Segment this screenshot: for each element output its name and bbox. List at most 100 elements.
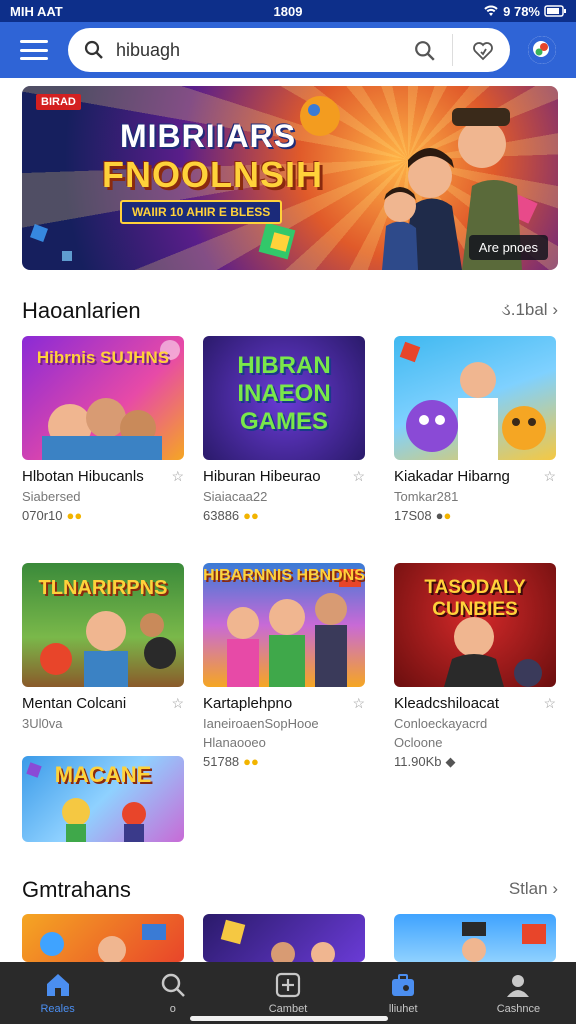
nav-item-create[interactable]: Cambet: [230, 962, 345, 1024]
star-icon[interactable]: ☆: [171, 695, 184, 712]
game-meta: 070r10 ●●: [22, 508, 184, 523]
game-card[interactable]: HIBRAN INAEON GAMES Hiburan Hibeurao ☆ Si…: [203, 336, 365, 523]
search-submit-icon[interactable]: [414, 40, 436, 62]
star-icon[interactable]: ☆: [352, 468, 365, 485]
game-subtitle: Tomkar281: [394, 489, 459, 504]
game-meta-text: 51788: [203, 754, 240, 769]
rating-icon: ●●: [243, 754, 259, 769]
game-subtitle: Conloeckayacrd: [394, 716, 488, 731]
rating-icon: ◆: [445, 754, 456, 769]
chevron-right-icon: ›: [552, 300, 558, 319]
game-card[interactable]: Kiakadar Hibarng ☆ Tomkar281 17S08 ●●: [394, 336, 556, 523]
thumbnail-art-text: HIBRAN INAEON GAMES: [237, 352, 331, 435]
game-subtitle: IaneiroaenSopHooe: [203, 716, 319, 731]
game-subtitle-2: Hlanaooeo: [203, 735, 266, 750]
search-divider: [452, 34, 453, 66]
plus-box-icon: [275, 972, 301, 998]
thumbnail-art-text: TASODALY CUNBIES: [424, 577, 526, 620]
game-thumbnail[interactable]: [22, 914, 184, 962]
search-icon: [161, 973, 185, 997]
game-title-text: Kartaplehpno: [203, 695, 293, 712]
game-card[interactable]: TASODALY CUNBIES Kleadcshiloacat ☆ Conloe…: [394, 563, 556, 770]
search-input[interactable]: [116, 36, 396, 64]
section-title: Haoanlarien: [22, 298, 141, 323]
see-all-label: ડ.1bal: [501, 300, 548, 319]
hero-banner[interactable]: BIRAD MIBRIIARS FNOOLNSIH WAIIR 10 AHIR …: [22, 86, 558, 270]
search-icon: [84, 40, 103, 59]
banner-chip[interactable]: Are pnoes: [468, 235, 548, 260]
game-subtitle: 3Ul0va: [22, 716, 63, 731]
star-icon[interactable]: ☆: [352, 695, 365, 712]
nav-label: Reales: [40, 1003, 75, 1015]
star-icon[interactable]: ☆: [543, 695, 556, 712]
star-icon[interactable]: ☆: [543, 468, 556, 485]
status-bar: MIH AAT 1809 9 78%: [0, 0, 576, 22]
nav-item-library[interactable]: lliuhet: [346, 962, 461, 1024]
nav-item-home[interactable]: Reales: [0, 962, 115, 1024]
nav-item-profile[interactable]: Cashnce: [461, 962, 576, 1024]
game-meta: 11.90Kb ◆: [394, 754, 556, 770]
game-thumbnail: HIBARNNIS HBNDNS: [203, 563, 365, 687]
game-title-text: Mentan Colcani: [22, 695, 127, 712]
thumbnail-art-text: HIBARNNIS HBNDNS: [203, 567, 365, 584]
game-meta: 51788 ●●: [203, 754, 365, 769]
nav-item-search[interactable]: o: [115, 962, 230, 1024]
menu-icon[interactable]: [20, 40, 48, 60]
nav-label: o: [169, 1003, 176, 1015]
game-thumbnail[interactable]: [203, 914, 365, 962]
chevron-right-icon: ›: [552, 879, 558, 898]
game-title: Kiakadar Hibarng ☆: [394, 468, 556, 485]
nav-label: Cambet: [268, 1003, 308, 1015]
bottom-nav: Reales o Cambet lliuhet Cashnce: [0, 962, 576, 1024]
briefcase-icon: [392, 974, 415, 996]
game-title-text: Hlbotan Hibucanls: [22, 468, 144, 485]
voice-search-icon[interactable]: [472, 39, 494, 61]
see-all-label: Stlan: [508, 879, 548, 898]
app-header: [0, 22, 576, 78]
game-meta-text: 11.90Kb: [394, 754, 442, 769]
game-subtitle: Siaiacaa22: [203, 489, 268, 504]
banner-badge: BIRAD: [36, 94, 81, 110]
game-thumbnail: [394, 336, 556, 460]
rating-icon: ●●: [66, 508, 83, 523]
game-subtitle: Siabersed: [22, 489, 81, 504]
game-card[interactable]: Hibrnis SUJHNS Hlbotan Hibucanls ☆ Siaber…: [22, 336, 184, 523]
game-card[interactable]: MACANE: [22, 756, 184, 842]
game-title: Kleadcshiloacat ☆: [394, 695, 556, 712]
game-thumbnail: Hibrnis SUJHNS: [22, 336, 184, 460]
game-meta: 63886 ●●: [203, 508, 365, 523]
game-title: Hiburan Hibeurao ☆: [203, 468, 365, 485]
game-title: Kartaplehpno ☆: [203, 695, 365, 712]
clock: 1809: [273, 3, 303, 19]
banner-subtitle: WAIIR 10 AHIR E BLESS: [120, 200, 283, 224]
game-meta: 17S08 ●●: [394, 508, 556, 523]
game-subtitle-2: Ocloone: [394, 735, 443, 750]
nav-label: Cashnce: [496, 1003, 541, 1015]
rating-icon: ●: [443, 508, 452, 523]
game-thumbnail[interactable]: [394, 914, 556, 962]
star-icon[interactable]: ☆: [171, 468, 184, 485]
avatar[interactable]: [528, 36, 556, 64]
game-title-text: Kleadcshiloacat: [394, 695, 500, 712]
game-thumbnail: HIBRAN INAEON GAMES: [203, 336, 365, 460]
banner-title-line2: FNOOLNSIH: [102, 154, 323, 195]
nav-label: lliuhet: [388, 1003, 418, 1015]
banner-title-line1: MIBRIIARS: [120, 118, 297, 154]
game-title-text: Hiburan Hibeurao: [203, 468, 321, 485]
section-see-all[interactable]: ડ.1bal ›: [501, 300, 558, 320]
game-title-text: Kiakadar Hibarng: [394, 468, 510, 485]
game-meta-text: 63886: [203, 508, 240, 523]
game-thumbnail: TASODALY CUNBIES: [394, 563, 556, 687]
game-meta-text: 17S08: [394, 508, 432, 523]
game-title: Hlbotan Hibucanls ☆: [22, 468, 184, 485]
game-card[interactable]: HIBARNNIS HBNDNS Kartaplehpno ☆ Ianeiroae…: [203, 563, 365, 769]
game-card[interactable]: TLNARIRPNS Mentan Colcani ☆ 3Ul0va: [22, 563, 184, 731]
home-indicator[interactable]: [190, 1016, 388, 1021]
search-bar[interactable]: [68, 28, 510, 72]
thumbnail-art-text: TLNARIRPNS: [38, 577, 168, 599]
game-thumbnail: TLNARIRPNS: [22, 563, 184, 687]
game-title: Mentan Colcani ☆: [22, 695, 184, 712]
section-see-all[interactable]: Stlan ›: [509, 879, 558, 899]
section-title: Gmtrahans: [22, 877, 131, 902]
home-icon: [46, 974, 69, 996]
